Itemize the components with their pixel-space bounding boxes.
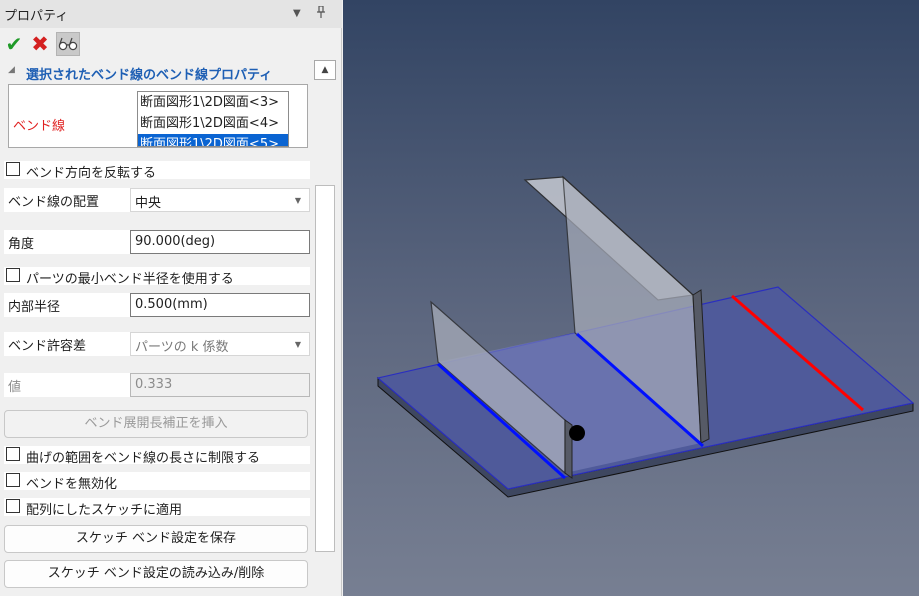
placement-value: 中央 bbox=[135, 196, 162, 211]
bend-line-label: ベンド線 bbox=[13, 119, 66, 134]
pin-icon[interactable] bbox=[316, 5, 326, 21]
bend-line-list-item[interactable]: 断面図形1\2D図面<3> bbox=[138, 92, 288, 113]
angle-row: 角度 90.000(deg) bbox=[4, 230, 310, 254]
section-header[interactable]: ◢ 選択されたベンド線のベンド線プロパティ bbox=[2, 62, 308, 84]
scroll-up-icon[interactable]: ▲ bbox=[314, 60, 336, 80]
section-title: 選択されたベンド線のベンド線プロパティ bbox=[26, 68, 273, 83]
tolerance-value: パーツの k 係数 bbox=[135, 340, 229, 355]
min-radius-checkbox[interactable]: パーツの最小ベンド半径を使用する bbox=[4, 267, 310, 287]
close-icon[interactable]: ✖ bbox=[28, 32, 52, 56]
inner-radius-input[interactable]: 0.500(mm) bbox=[130, 293, 310, 317]
angle-label: 角度 bbox=[8, 237, 35, 252]
value-input: 0.333 bbox=[130, 373, 310, 397]
reverse-direction-checkbox[interactable]: ベンド方向を反転する bbox=[4, 161, 310, 181]
properties-content: ◢ 選択されたベンド線のベンド線プロパティ ベンド線 断面図形1\2D図面<3>… bbox=[2, 60, 312, 596]
tolerance-label: ベンド許容差 bbox=[8, 339, 87, 354]
bend-line-list[interactable]: 断面図形1\2D図面<3> 断面図形1\2D図面<4> 断面図形1\2D図面<5> bbox=[137, 91, 289, 147]
chevron-down-icon: ▼ bbox=[294, 196, 301, 205]
panel-titlebar: プロパティ ▼ bbox=[0, 0, 342, 28]
insert-bend-allowance-button[interactable]: ベンド展開長補正を挿入 bbox=[4, 410, 308, 438]
load-bend-settings-button[interactable]: スケッチ ベンド設定の読み込み/削除 bbox=[4, 560, 308, 588]
glasses-icon[interactable] bbox=[56, 32, 80, 56]
reverse-direction-label: ベンド方向を反転する bbox=[26, 166, 157, 181]
value-label: 値 bbox=[8, 380, 22, 395]
panel-title: プロパティ bbox=[4, 9, 69, 24]
disable-bend-label: ベンドを無効化 bbox=[26, 477, 118, 492]
tolerance-select[interactable]: パーツの k 係数 ▼ bbox=[130, 332, 310, 356]
limit-curve-checkbox[interactable]: 曲げの範囲をベンド線の長さに制限する bbox=[4, 446, 310, 466]
scrollbar-thumb[interactable] bbox=[315, 185, 335, 552]
disable-bend-checkbox[interactable]: ベンドを無効化 bbox=[4, 472, 310, 492]
check-icon[interactable]: ✔ bbox=[2, 32, 26, 56]
limit-curve-label: 曲げの範囲をベンド線の長さに制限する bbox=[26, 451, 261, 466]
chevron-down-icon: ▼ bbox=[294, 340, 301, 349]
placement-select[interactable]: 中央 ▼ bbox=[130, 188, 310, 212]
inner-radius-label: 内部半径 bbox=[8, 300, 61, 315]
properties-panel: プロパティ ▼ ✔ ✖ ◢ 選択されたベンド線のベンド線プロパティ ベンド線 断… bbox=[0, 0, 342, 596]
panel-menu-dropdown-icon[interactable]: ▼ bbox=[293, 8, 301, 19]
bend-line-list-item[interactable]: 断面図形1\2D図面<5> bbox=[138, 134, 288, 146]
checkbox-box[interactable] bbox=[6, 499, 20, 513]
sheet-metal-model bbox=[376, 175, 915, 498]
checkbox-box[interactable] bbox=[6, 473, 20, 487]
vertical-scrollbar[interactable]: ▲ bbox=[314, 60, 336, 596]
panel-toolbar: ✔ ✖ bbox=[0, 30, 342, 58]
save-bend-settings-button[interactable]: スケッチ ベンド設定を保存 bbox=[4, 525, 308, 553]
placement-label: ベンド線の配置 bbox=[8, 195, 100, 210]
placement-row: ベンド線の配置 中央 ▼ bbox=[4, 188, 310, 212]
checkbox-box[interactable] bbox=[6, 447, 20, 461]
apply-array-checkbox[interactable]: 配列にしたスケッチに適用 bbox=[4, 498, 310, 518]
bend-line-list-item[interactable]: 断面図形1\2D図面<4> bbox=[138, 113, 288, 134]
checkbox-box[interactable] bbox=[6, 268, 20, 282]
3d-viewport[interactable] bbox=[343, 0, 919, 596]
inner-radius-row: 内部半径 0.500(mm) bbox=[4, 293, 310, 317]
collapse-arrow-icon[interactable]: ◢ bbox=[8, 65, 15, 75]
tolerance-row: ベンド許容差 パーツの k 係数 ▼ bbox=[4, 332, 310, 356]
selection-point-marker bbox=[569, 425, 585, 441]
min-radius-label: パーツの最小ベンド半径を使用する bbox=[26, 272, 234, 287]
value-row: 値 0.333 bbox=[4, 373, 310, 397]
apply-array-label: 配列にしたスケッチに適用 bbox=[26, 503, 183, 518]
checkbox-box[interactable] bbox=[6, 162, 20, 176]
bend-line-group: ベンド線 断面図形1\2D図面<3> 断面図形1\2D図面<4> 断面図形1\2D図… bbox=[8, 84, 308, 148]
angle-input[interactable]: 90.000(deg) bbox=[130, 230, 310, 254]
